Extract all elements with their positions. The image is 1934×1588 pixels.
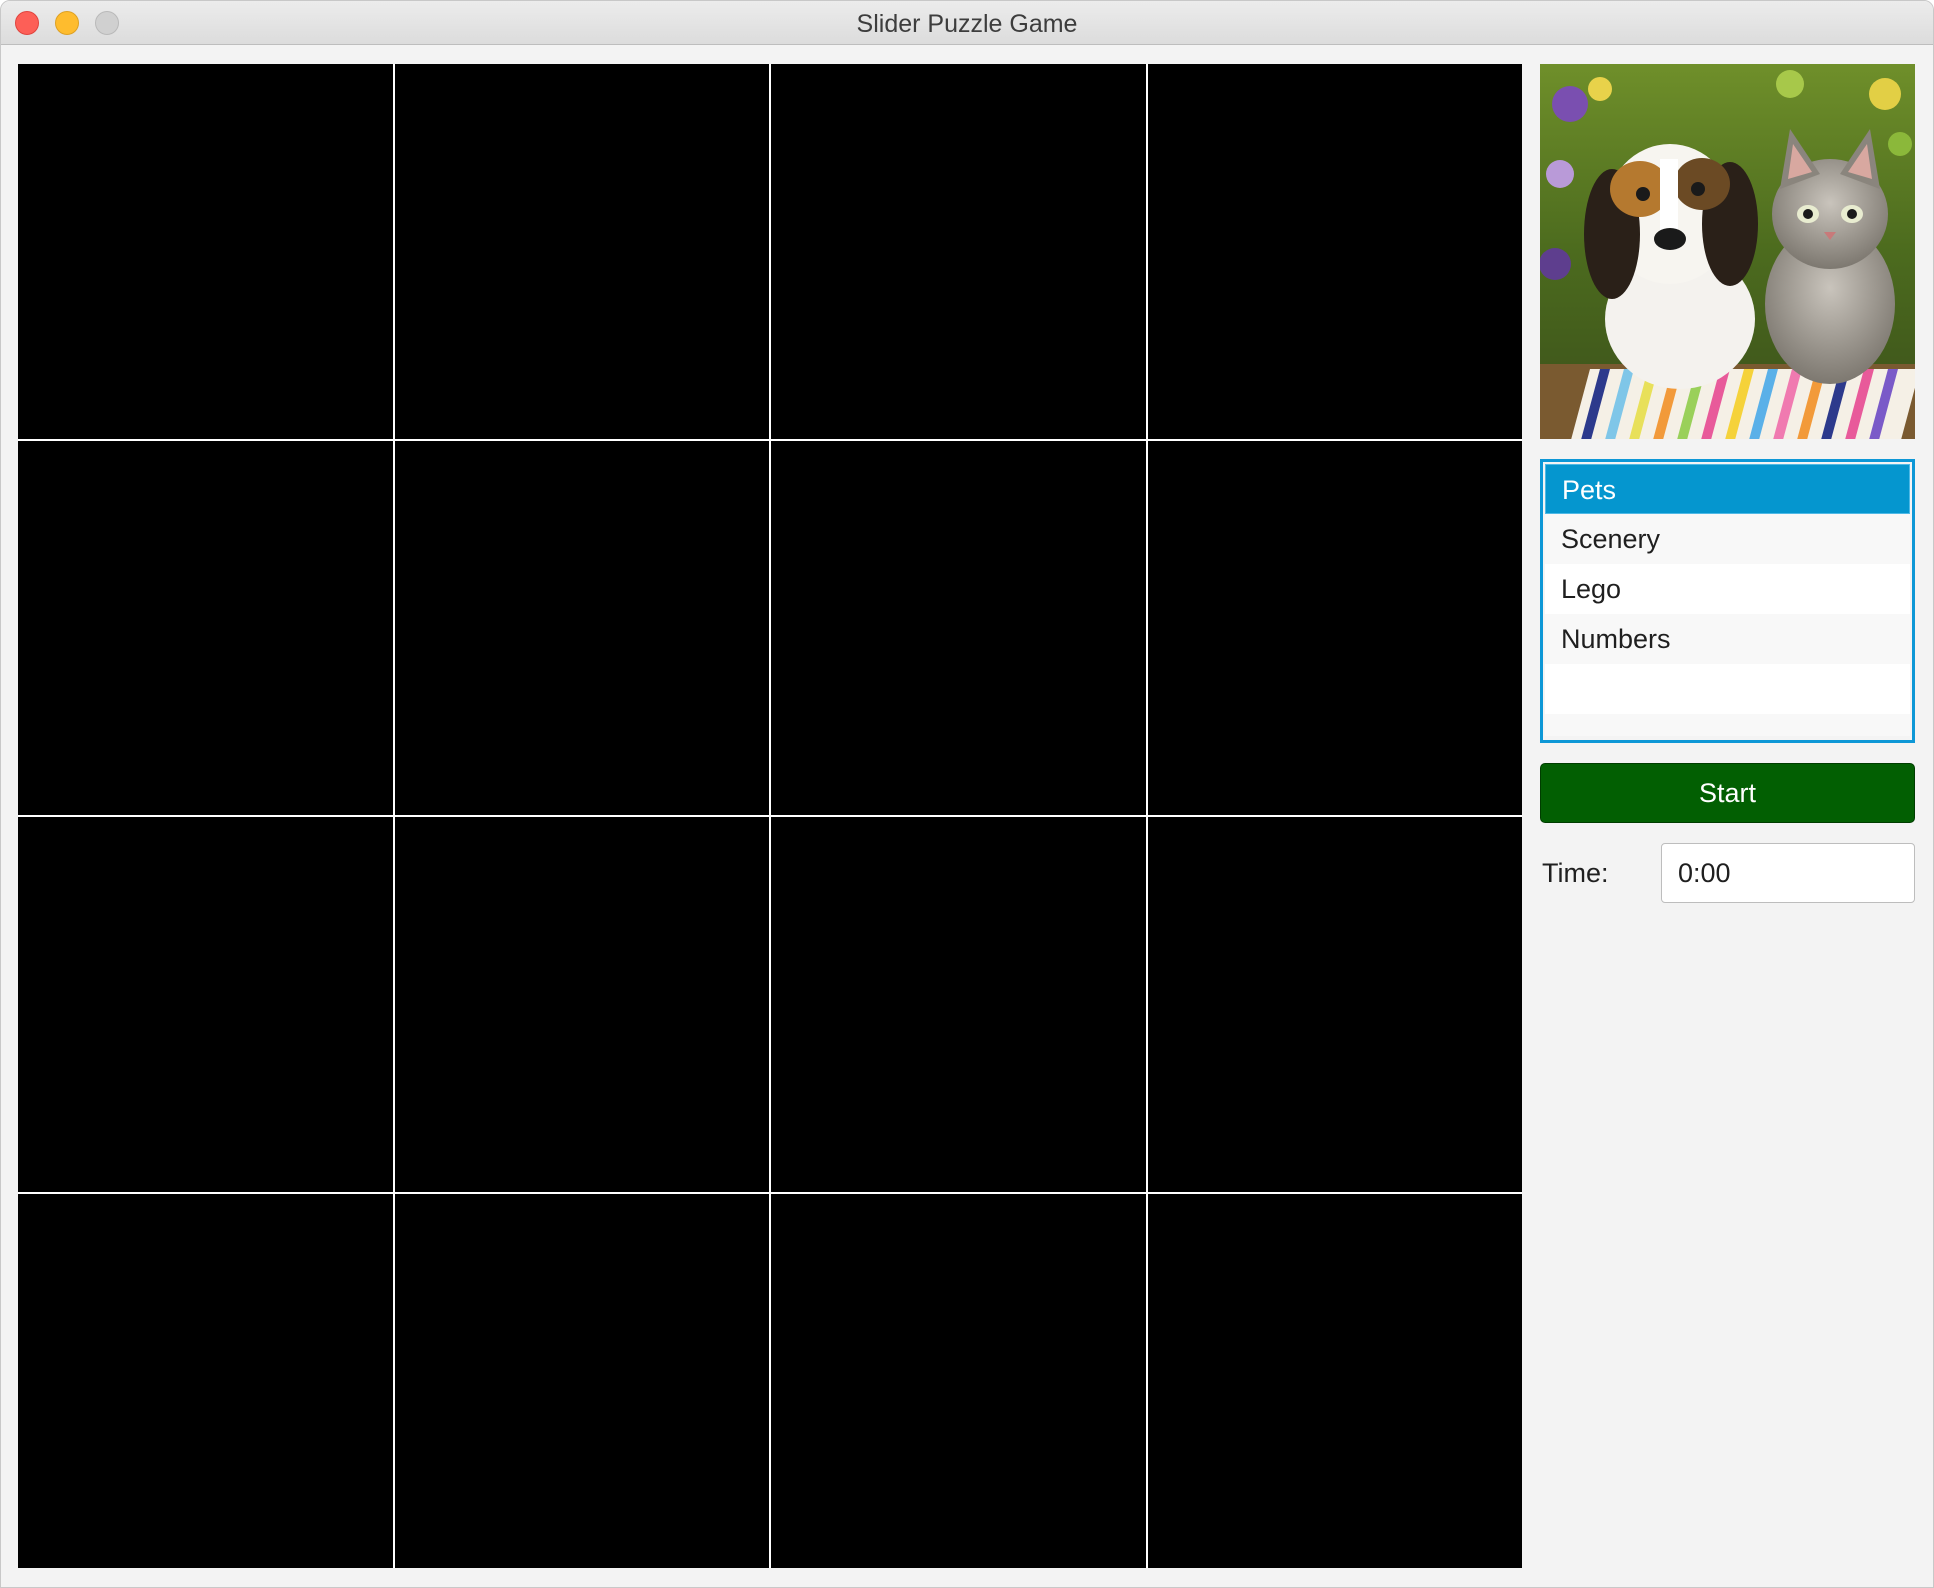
window-title: Slider Puzzle Game [856, 10, 1078, 38]
puzzle-tile[interactable] [394, 440, 769, 815]
puzzle-tile[interactable] [1147, 64, 1522, 439]
category-item-lego[interactable]: Lego [1545, 564, 1910, 614]
puzzle-tile[interactable] [394, 1193, 769, 1568]
category-item-numbers[interactable]: Numbers [1545, 614, 1910, 664]
puzzle-tile[interactable] [18, 440, 393, 815]
preview-image [1540, 64, 1915, 439]
category-item-pets[interactable]: Pets [1545, 464, 1910, 514]
start-button[interactable]: Start [1540, 763, 1915, 823]
puzzle-tile[interactable] [1147, 817, 1522, 1192]
category-list[interactable]: Pets Scenery Lego Numbers [1540, 459, 1915, 743]
puzzle-tile[interactable] [18, 64, 393, 439]
puzzle-tile[interactable] [771, 64, 1146, 439]
app-window: Slider Puzzle Game Pets Scenery Lego Num… [0, 0, 1934, 1588]
list-empty-row [1545, 664, 1910, 714]
puzzle-tile[interactable] [394, 64, 769, 439]
category-item-scenery[interactable]: Scenery [1545, 514, 1910, 564]
sidebar: Pets Scenery Lego Numbers Start Time: 0:… [1540, 64, 1915, 903]
puzzle-tile[interactable] [394, 817, 769, 1192]
puzzle-tile[interactable] [771, 440, 1146, 815]
puzzle-board [18, 64, 1522, 1568]
puzzle-tile[interactable] [18, 817, 393, 1192]
time-label: Time: [1542, 858, 1609, 888]
time-field: 0:00 [1661, 843, 1915, 903]
title-bar: Slider Puzzle Game [1, 1, 1933, 45]
puzzle-tile[interactable] [771, 1193, 1146, 1568]
puzzle-tile[interactable] [1147, 1193, 1522, 1568]
puzzle-tile[interactable] [1147, 440, 1522, 815]
puzzle-tile[interactable] [18, 1193, 393, 1568]
puzzle-tile[interactable] [771, 817, 1146, 1192]
list-empty-row [1545, 714, 1910, 736]
time-row: Time: 0:00 [1540, 843, 1915, 903]
